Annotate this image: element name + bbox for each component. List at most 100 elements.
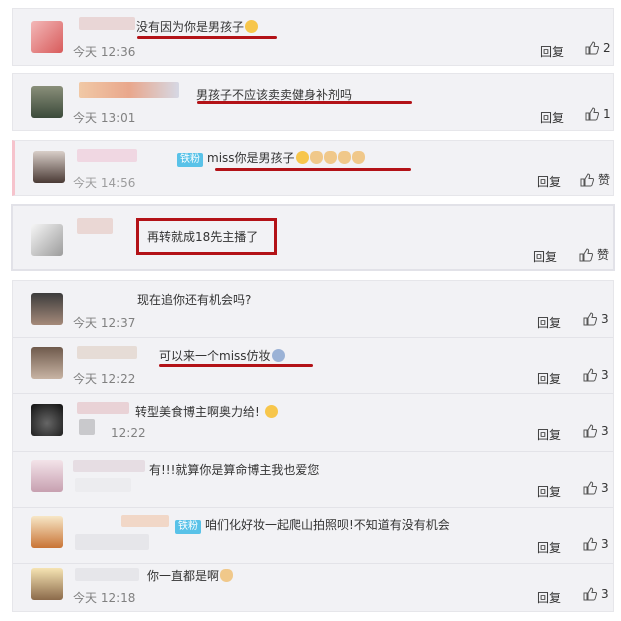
comment-time: 今天 14:56	[73, 176, 136, 190]
cat-emoji-icon	[351, 151, 365, 164]
like-button[interactable]: 赞	[579, 246, 609, 263]
emoji-icon	[295, 151, 309, 164]
blurred-username	[121, 515, 169, 527]
avatar[interactable]	[31, 224, 63, 256]
list-item: 可以来一个miss仿妆 今天 12:22 回复 3	[13, 338, 613, 392]
like-count: 3	[601, 481, 609, 495]
reply-button[interactable]: 回复	[537, 314, 561, 331]
comment-text: 可以来一个miss仿妆	[159, 347, 285, 364]
comment-card: 男孩子不应该卖卖健身补剂吗 今天 13:01 回复 1	[12, 73, 614, 131]
like-button[interactable]: 3	[583, 424, 609, 438]
thumbs-up-icon	[585, 41, 600, 55]
like-button[interactable]: 3	[583, 537, 609, 551]
thumbs-up-icon	[579, 248, 594, 262]
blurred-username	[77, 402, 129, 414]
like-count: 1	[603, 107, 611, 121]
comment-time: 今天 12:37	[73, 316, 136, 330]
reply-button[interactable]: 回复	[540, 43, 564, 60]
blurred-username	[75, 478, 131, 492]
list-item: 你一直都是啊 今天 12:18 回复 3	[13, 564, 613, 612]
reply-button[interactable]: 回复	[537, 539, 561, 556]
like-button[interactable]: 3	[583, 312, 609, 326]
like-count: 3	[601, 537, 609, 551]
cat-emoji-icon	[323, 151, 337, 164]
like-label: 赞	[597, 248, 610, 262]
reply-button[interactable]: 回复	[537, 173, 561, 190]
highlight-underline	[137, 36, 277, 39]
comment-time: 今天 12:36	[73, 45, 136, 59]
comment-text: 铁粉 miss你是男孩子	[177, 149, 365, 167]
thumbs-up-icon	[583, 424, 598, 438]
like-count: 3	[601, 312, 609, 326]
like-button[interactable]: 3	[583, 481, 609, 495]
thumbs-up-icon	[583, 312, 598, 326]
comment-time: 今天 12:22	[73, 372, 136, 386]
list-item: 有!!!就算你是算命博主我也爱您 回复 3	[13, 452, 613, 506]
reply-button[interactable]: 回复	[537, 426, 561, 443]
reply-button[interactable]: 回复	[540, 109, 564, 126]
like-button[interactable]: 3	[583, 587, 609, 601]
fan-badge: 铁粉	[175, 520, 201, 534]
comment-list: 现在追你还有机会吗? 今天 12:37 回复 3 可以来一个miss仿妆 今天 …	[12, 280, 614, 612]
like-button[interactable]: 1	[585, 107, 611, 121]
list-item: 现在追你还有机会吗? 今天 12:37 回复 3	[13, 281, 613, 336]
comment-card: 再转就成18先主播了 回复 赞	[11, 204, 615, 271]
highlight-underline	[215, 168, 411, 171]
avatar[interactable]	[33, 151, 65, 183]
blurred-username	[79, 82, 179, 98]
thumbs-up-icon	[583, 537, 598, 551]
thumbs-up-icon	[585, 107, 600, 121]
avatar[interactable]	[31, 86, 63, 118]
avatar[interactable]	[31, 460, 63, 492]
emoji-icon	[271, 349, 285, 362]
comment-card: 没有因为你是男孩子 今天 12:36 回复 2	[12, 8, 614, 66]
like-count: 2	[603, 41, 611, 55]
reply-button[interactable]: 回复	[537, 370, 561, 387]
like-button[interactable]: 赞	[580, 171, 610, 188]
reply-button[interactable]: 回复	[537, 483, 561, 500]
emoji-icon	[245, 20, 259, 33]
comment-text: 没有因为你是男孩子	[136, 18, 259, 35]
avatar[interactable]	[31, 347, 63, 379]
list-item: 转型美食博主啊奥力给! 12:22 回复 3	[13, 394, 613, 450]
highlight-box-border-overlay	[11, 204, 615, 271]
highlight-underline	[197, 101, 412, 104]
like-count: 3	[601, 587, 609, 601]
comment-text: 现在追你还有机会吗?	[137, 293, 252, 307]
blurred-username	[77, 218, 113, 234]
avatar[interactable]	[31, 21, 63, 53]
cat-emoji-icon	[337, 151, 351, 164]
blurred-username	[73, 460, 145, 472]
thumbs-up-icon	[583, 587, 598, 601]
avatar[interactable]	[31, 404, 63, 436]
comment-text: 再转就成18先主播了	[147, 230, 259, 244]
like-count: 3	[601, 368, 609, 382]
thumbs-up-icon	[580, 173, 595, 187]
avatar[interactable]	[31, 516, 63, 548]
reply-button[interactable]: 回复	[537, 589, 561, 606]
like-button[interactable]: 2	[585, 41, 611, 55]
list-item: 铁粉 咱们化好妆一起爬山拍照呗!不知道有没有机会 回复 3	[13, 508, 613, 562]
comment-text: 有!!!就算你是算命博主我也爱您	[149, 463, 320, 477]
blurred-username	[77, 149, 137, 162]
comment-time: 12:22	[111, 426, 146, 440]
blurred-username	[77, 346, 137, 359]
like-label: 赞	[598, 173, 611, 187]
comment-card: 铁粉 miss你是男孩子 今天 14:56 回复 赞	[12, 140, 614, 196]
cat-emoji-icon	[309, 151, 323, 164]
blurred-username	[75, 568, 139, 581]
reply-button[interactable]: 回复	[533, 248, 557, 265]
blurred-username	[79, 419, 95, 435]
blurred-username	[79, 17, 135, 30]
like-count: 3	[601, 424, 609, 438]
comment-text: 转型美食博主啊奥力给!	[135, 403, 278, 420]
fan-badge: 铁粉	[177, 153, 203, 167]
comment-text: 铁粉 咱们化好妆一起爬山拍照呗!不知道有没有机会	[175, 516, 450, 534]
avatar[interactable]	[31, 293, 63, 325]
like-button[interactable]: 3	[583, 368, 609, 382]
avatar[interactable]	[31, 568, 63, 600]
cat-emoji-icon	[220, 569, 234, 582]
comment-time: 今天 13:01	[73, 111, 136, 125]
thumbs-up-icon	[583, 368, 598, 382]
comment-time: 今天 12:18	[73, 591, 136, 605]
